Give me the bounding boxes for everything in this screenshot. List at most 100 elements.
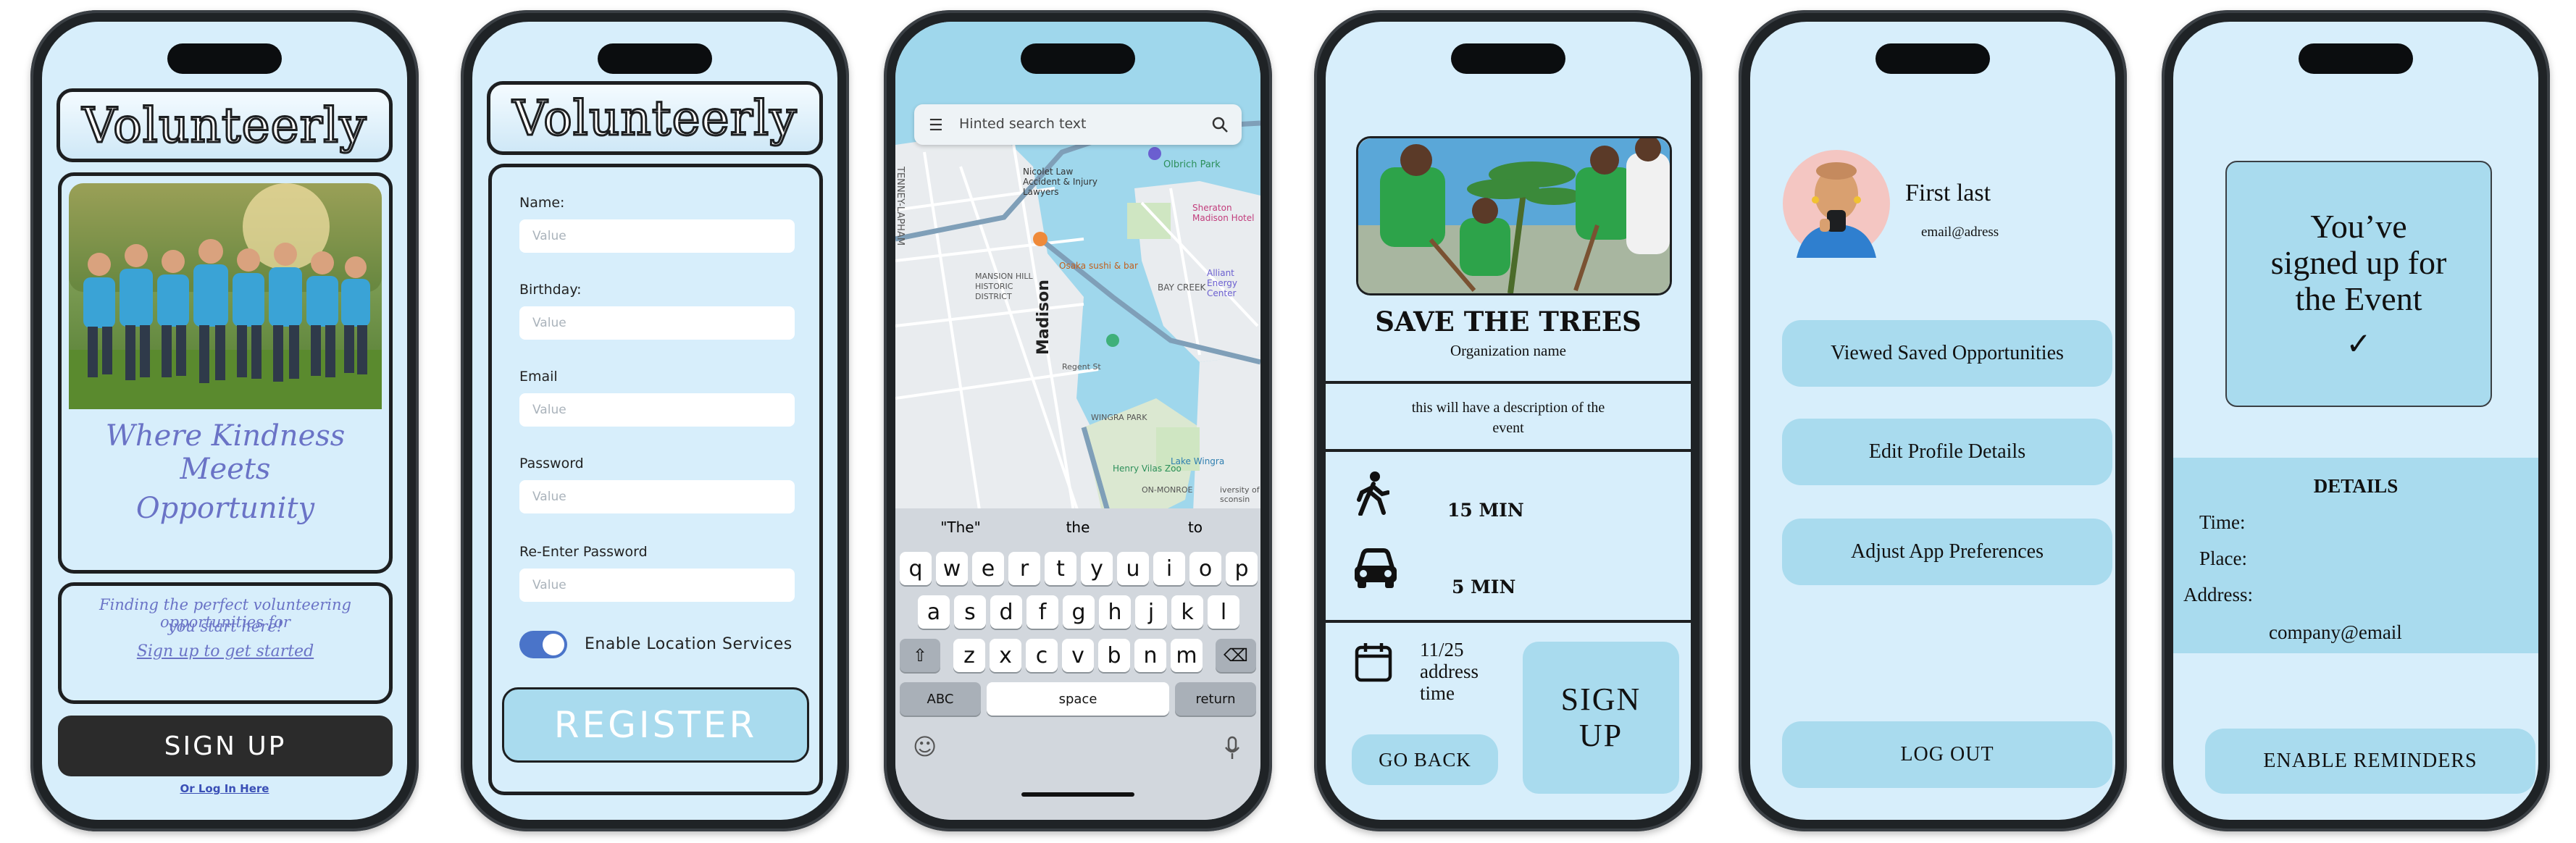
label-monroe: ON-MONROE bbox=[1142, 485, 1193, 495]
key-i[interactable]: i bbox=[1153, 552, 1185, 585]
tagline-line2: Opportunity bbox=[135, 492, 315, 525]
label-baycreek: BAY CREEK bbox=[1158, 282, 1206, 293]
phone-map: TENNEY-LAPHAM MANSION HILL HISTORIC DIST… bbox=[884, 10, 1272, 831]
info-card: Finding the perfect volunteering opportu… bbox=[58, 582, 393, 704]
label-alliant: Alliant Energy Center bbox=[1207, 268, 1238, 298]
location-toggle-label: Enable Location Services bbox=[585, 635, 793, 653]
name-input[interactable]: Value bbox=[519, 219, 795, 253]
map-view[interactable] bbox=[895, 22, 1260, 529]
birthday-input[interactable]: Value bbox=[519, 306, 795, 340]
abc-key[interactable]: ABC bbox=[900, 682, 981, 716]
profile-screen: First last email@adress Viewed Saved Opp… bbox=[1750, 22, 2115, 820]
details-title: DETAILS bbox=[2313, 475, 2399, 497]
signup-button-line1: SIGN bbox=[1560, 681, 1642, 717]
key-o[interactable]: o bbox=[1189, 552, 1221, 585]
key-f[interactable]: f bbox=[1026, 595, 1058, 629]
label-lakewingra: Lake Wingra bbox=[1171, 456, 1225, 466]
hero-card: Where Kindness Meets Opportunity bbox=[58, 172, 393, 574]
key-m[interactable]: m bbox=[1171, 639, 1203, 672]
walk-time: 15 MIN bbox=[1447, 500, 1524, 521]
time-label: Time: bbox=[2199, 511, 2246, 533]
key-z[interactable]: z bbox=[953, 639, 985, 672]
home-indicator bbox=[1021, 792, 1134, 797]
enable-reminders-button[interactable]: ENABLE REMINDERS bbox=[2205, 729, 2535, 794]
search-icon[interactable] bbox=[1211, 116, 1229, 133]
key-b[interactable]: b bbox=[1098, 639, 1130, 672]
key-j[interactable]: j bbox=[1135, 595, 1167, 629]
event-screen: SAVE THE TREES Organization name this wi… bbox=[1326, 22, 1691, 820]
key-t[interactable]: t bbox=[1045, 552, 1076, 585]
signup-link[interactable]: Sign up to get started bbox=[66, 642, 385, 660]
password-input[interactable]: Value bbox=[519, 480, 795, 513]
backspace-key[interactable]: ⌫ bbox=[1216, 639, 1256, 672]
map-screen: TENNEY-LAPHAM MANSION HILL HISTORIC DIST… bbox=[895, 22, 1260, 820]
suggestion-2[interactable]: the bbox=[1034, 519, 1121, 536]
volunteers-photo bbox=[69, 183, 382, 409]
key-y[interactable]: y bbox=[1081, 552, 1113, 585]
name-label: Name: bbox=[519, 195, 565, 211]
address-label: Address: bbox=[2183, 584, 2253, 605]
login-link[interactable]: Or Log In Here bbox=[42, 782, 407, 795]
event-address: address bbox=[1420, 660, 1479, 682]
label-regent: Regent St bbox=[1062, 362, 1101, 372]
details-panel: DETAILS Time: Place: Address: company@em… bbox=[2173, 458, 2538, 653]
label-university: iversity of sconsin bbox=[1220, 485, 1260, 504]
suggestion-3[interactable]: to bbox=[1152, 519, 1239, 536]
emoji-icon[interactable]: ☺ bbox=[913, 733, 937, 760]
event-signup-button[interactable]: SIGN UP bbox=[1523, 642, 1679, 794]
key-d[interactable]: d bbox=[990, 595, 1022, 629]
tagline-line1: Where Kindness Meets bbox=[105, 419, 346, 486]
divider bbox=[1326, 449, 1691, 452]
search-input[interactable]: Hinted search text bbox=[959, 116, 1087, 132]
logout-button[interactable]: LOG OUT bbox=[1782, 721, 2112, 788]
key-n[interactable]: n bbox=[1134, 639, 1166, 672]
go-back-button[interactable]: GO BACK bbox=[1352, 734, 1498, 785]
key-q[interactable]: q bbox=[900, 552, 932, 585]
key-h[interactable]: h bbox=[1099, 595, 1131, 629]
car-icon bbox=[1355, 548, 1397, 588]
confirmation-line3: the Event bbox=[2295, 280, 2422, 317]
email-input[interactable]: Value bbox=[519, 393, 795, 427]
confirmation-screen: You’ve signed up for the Event ✓ DETAILS… bbox=[2173, 22, 2538, 820]
phone-confirmation: You’ve signed up for the Event ✓ DETAILS… bbox=[2162, 10, 2550, 831]
key-u[interactable]: u bbox=[1117, 552, 1149, 585]
signup-button[interactable]: SIGN UP bbox=[58, 716, 393, 776]
space-key[interactable]: space bbox=[987, 682, 1169, 716]
key-r[interactable]: r bbox=[1008, 552, 1040, 585]
reenter-password-input[interactable]: Value bbox=[519, 569, 795, 602]
microphone-icon[interactable] bbox=[1224, 736, 1240, 760]
key-a[interactable]: a bbox=[918, 595, 950, 629]
key-s[interactable]: s bbox=[954, 595, 986, 629]
dynamic-island bbox=[598, 43, 712, 74]
adjust-app-preferences-button[interactable]: Adjust App Preferences bbox=[1782, 519, 2112, 585]
walking-icon bbox=[1357, 471, 1389, 516]
phone-register: Volunteerly Name: Value Birthday: Value … bbox=[461, 10, 849, 831]
key-l[interactable]: l bbox=[1208, 595, 1239, 629]
organization-name: Organization name bbox=[1450, 342, 1566, 359]
key-w[interactable]: w bbox=[936, 552, 968, 585]
menu-icon[interactable]: ☰ bbox=[929, 117, 943, 135]
key-e[interactable]: e bbox=[972, 552, 1004, 585]
phone-event: SAVE THE TREES Organization name this wi… bbox=[1314, 10, 1702, 831]
key-p[interactable]: p bbox=[1226, 552, 1258, 585]
viewed-saved-opportunities-button[interactable]: Viewed Saved Opportunities bbox=[1782, 320, 2112, 387]
key-x[interactable]: x bbox=[990, 639, 1021, 672]
drive-time: 5 MIN bbox=[1452, 576, 1516, 597]
key-g[interactable]: g bbox=[1063, 595, 1095, 629]
key-v[interactable]: v bbox=[1062, 639, 1094, 672]
phone-profile: First last email@adress Viewed Saved Opp… bbox=[1739, 10, 2127, 831]
avatar[interactable] bbox=[1782, 149, 1891, 258]
shift-key[interactable]: ⇧ bbox=[900, 639, 940, 672]
location-toggle[interactable] bbox=[519, 631, 567, 658]
key-c[interactable]: c bbox=[1026, 639, 1058, 672]
app-logo: Volunteerly bbox=[57, 88, 393, 162]
suggestion-1[interactable]: "The" bbox=[917, 519, 1004, 536]
key-k[interactable]: k bbox=[1171, 595, 1203, 629]
label-nicolet: Nicolet Law Accident & Injury Lawyers bbox=[1023, 167, 1097, 197]
map-search-bar[interactable]: ☰ Hinted search text bbox=[914, 104, 1242, 145]
edit-profile-details-button[interactable]: Edit Profile Details bbox=[1782, 419, 2112, 485]
confirmation-line1: You’ve bbox=[2310, 208, 2407, 245]
return-key[interactable]: return bbox=[1175, 682, 1256, 716]
keyboard: "The" the to q w e r t y u i o p a s d f… bbox=[895, 508, 1260, 820]
register-button[interactable]: REGISTER bbox=[502, 687, 809, 763]
